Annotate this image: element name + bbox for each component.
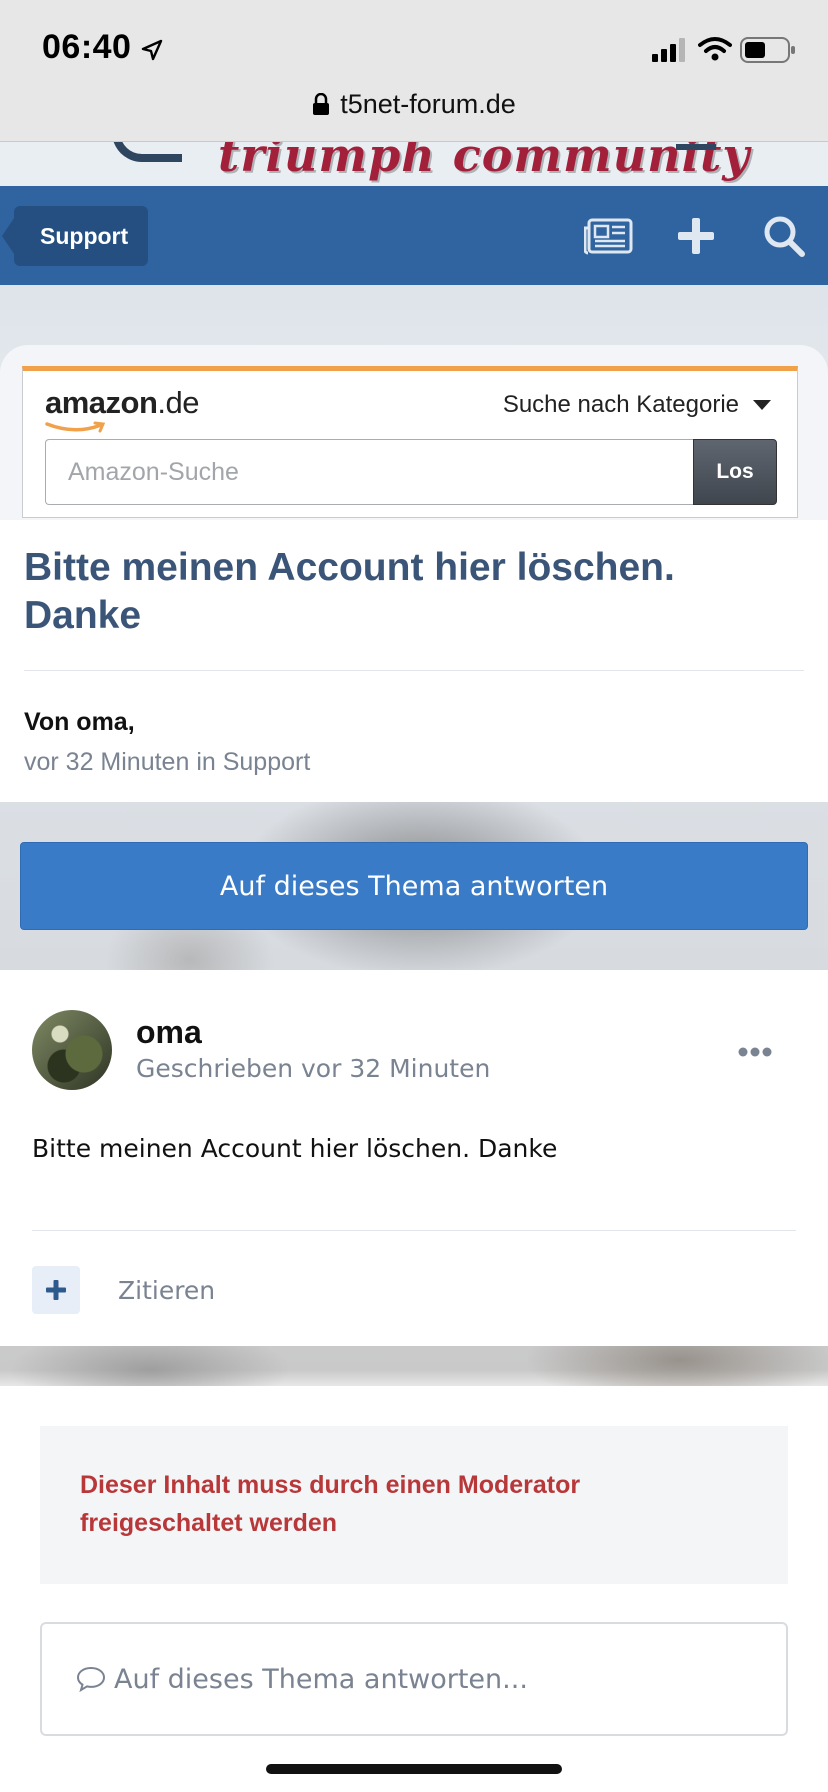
home-indicator[interactable] [266,1764,562,1774]
reply-placeholder: Auf dieses Thema antworten... [114,1663,528,1695]
amazon-search-input[interactable] [45,439,699,505]
amazon-go-button[interactable]: Los [693,439,777,505]
amazon-smile-icon [45,421,106,433]
wifi-icon [698,37,732,61]
post-timestamp: Geschrieben vor 32 Minuten [136,1054,491,1083]
battery-icon [740,37,795,63]
reply-section: Dieser Inhalt muss durch einen Moderator… [0,1386,828,1792]
amazon-logo: amazon.de [45,385,200,420]
page-title: Bitte meinen Account hier löschen. Danke [24,546,675,637]
avatar[interactable] [32,1010,112,1090]
clock: 06:40 [42,28,132,66]
search-icon[interactable] [762,214,806,258]
nav-bar: Support [0,186,828,285]
logo-dash-shape [676,144,716,150]
moderation-notice: Dieser Inhalt muss durch einen Moderator… [40,1426,788,1584]
amazon-search-widget: amazon.de Suche nach Kategorie Los [22,366,798,518]
moderation-notice-text: Dieser Inhalt muss durch einen Moderator… [80,1471,581,1537]
url-text: t5net-forum.de [340,88,516,119]
divider [24,670,804,671]
quote-button[interactable]: Zitieren [118,1276,215,1305]
more-options-icon[interactable] [738,1046,772,1058]
topic-author-line[interactable]: Von oma, [24,708,135,737]
multiquote-button[interactable] [32,1266,80,1314]
logo-arc-shape [112,142,182,162]
category-dropdown-label: Suche nach Kategorie [502,391,739,418]
reply-to-topic-button[interactable]: Auf dieses Thema antworten [20,842,808,930]
plus-icon[interactable] [674,214,718,258]
caret-down-icon [753,400,771,410]
status-bar: 06:40 t5net-forum.de [0,0,828,142]
address-bar[interactable]: t5net-forum.de [0,84,828,124]
post-author[interactable]: oma [136,1014,202,1051]
post-content: Bitte meinen Account hier löschen. Danke [32,1134,558,1163]
divider [32,1230,796,1231]
location-arrow-icon [141,39,163,61]
newspaper-icon[interactable] [584,214,634,258]
lock-icon [313,93,330,115]
topic-header: Bitte meinen Account hier löschen. Danke… [0,520,828,802]
topic-meta: vor 32 Minuten in Support [24,748,311,776]
back-to-support-button[interactable]: Support [2,206,148,266]
category-dropdown[interactable]: Suche nach Kategorie [503,391,771,419]
site-logo: triumph community [218,142,751,182]
plus-icon [46,1280,66,1300]
post: oma Geschrieben vor 32 Minuten Bitte mei… [0,970,828,1346]
reply-editor[interactable]: Auf dieses Thema antworten... [40,1622,788,1736]
cellular-signal-icon [652,38,685,62]
site-logo-banner[interactable]: triumph community [0,142,828,186]
speech-bubble-icon [76,1666,106,1692]
